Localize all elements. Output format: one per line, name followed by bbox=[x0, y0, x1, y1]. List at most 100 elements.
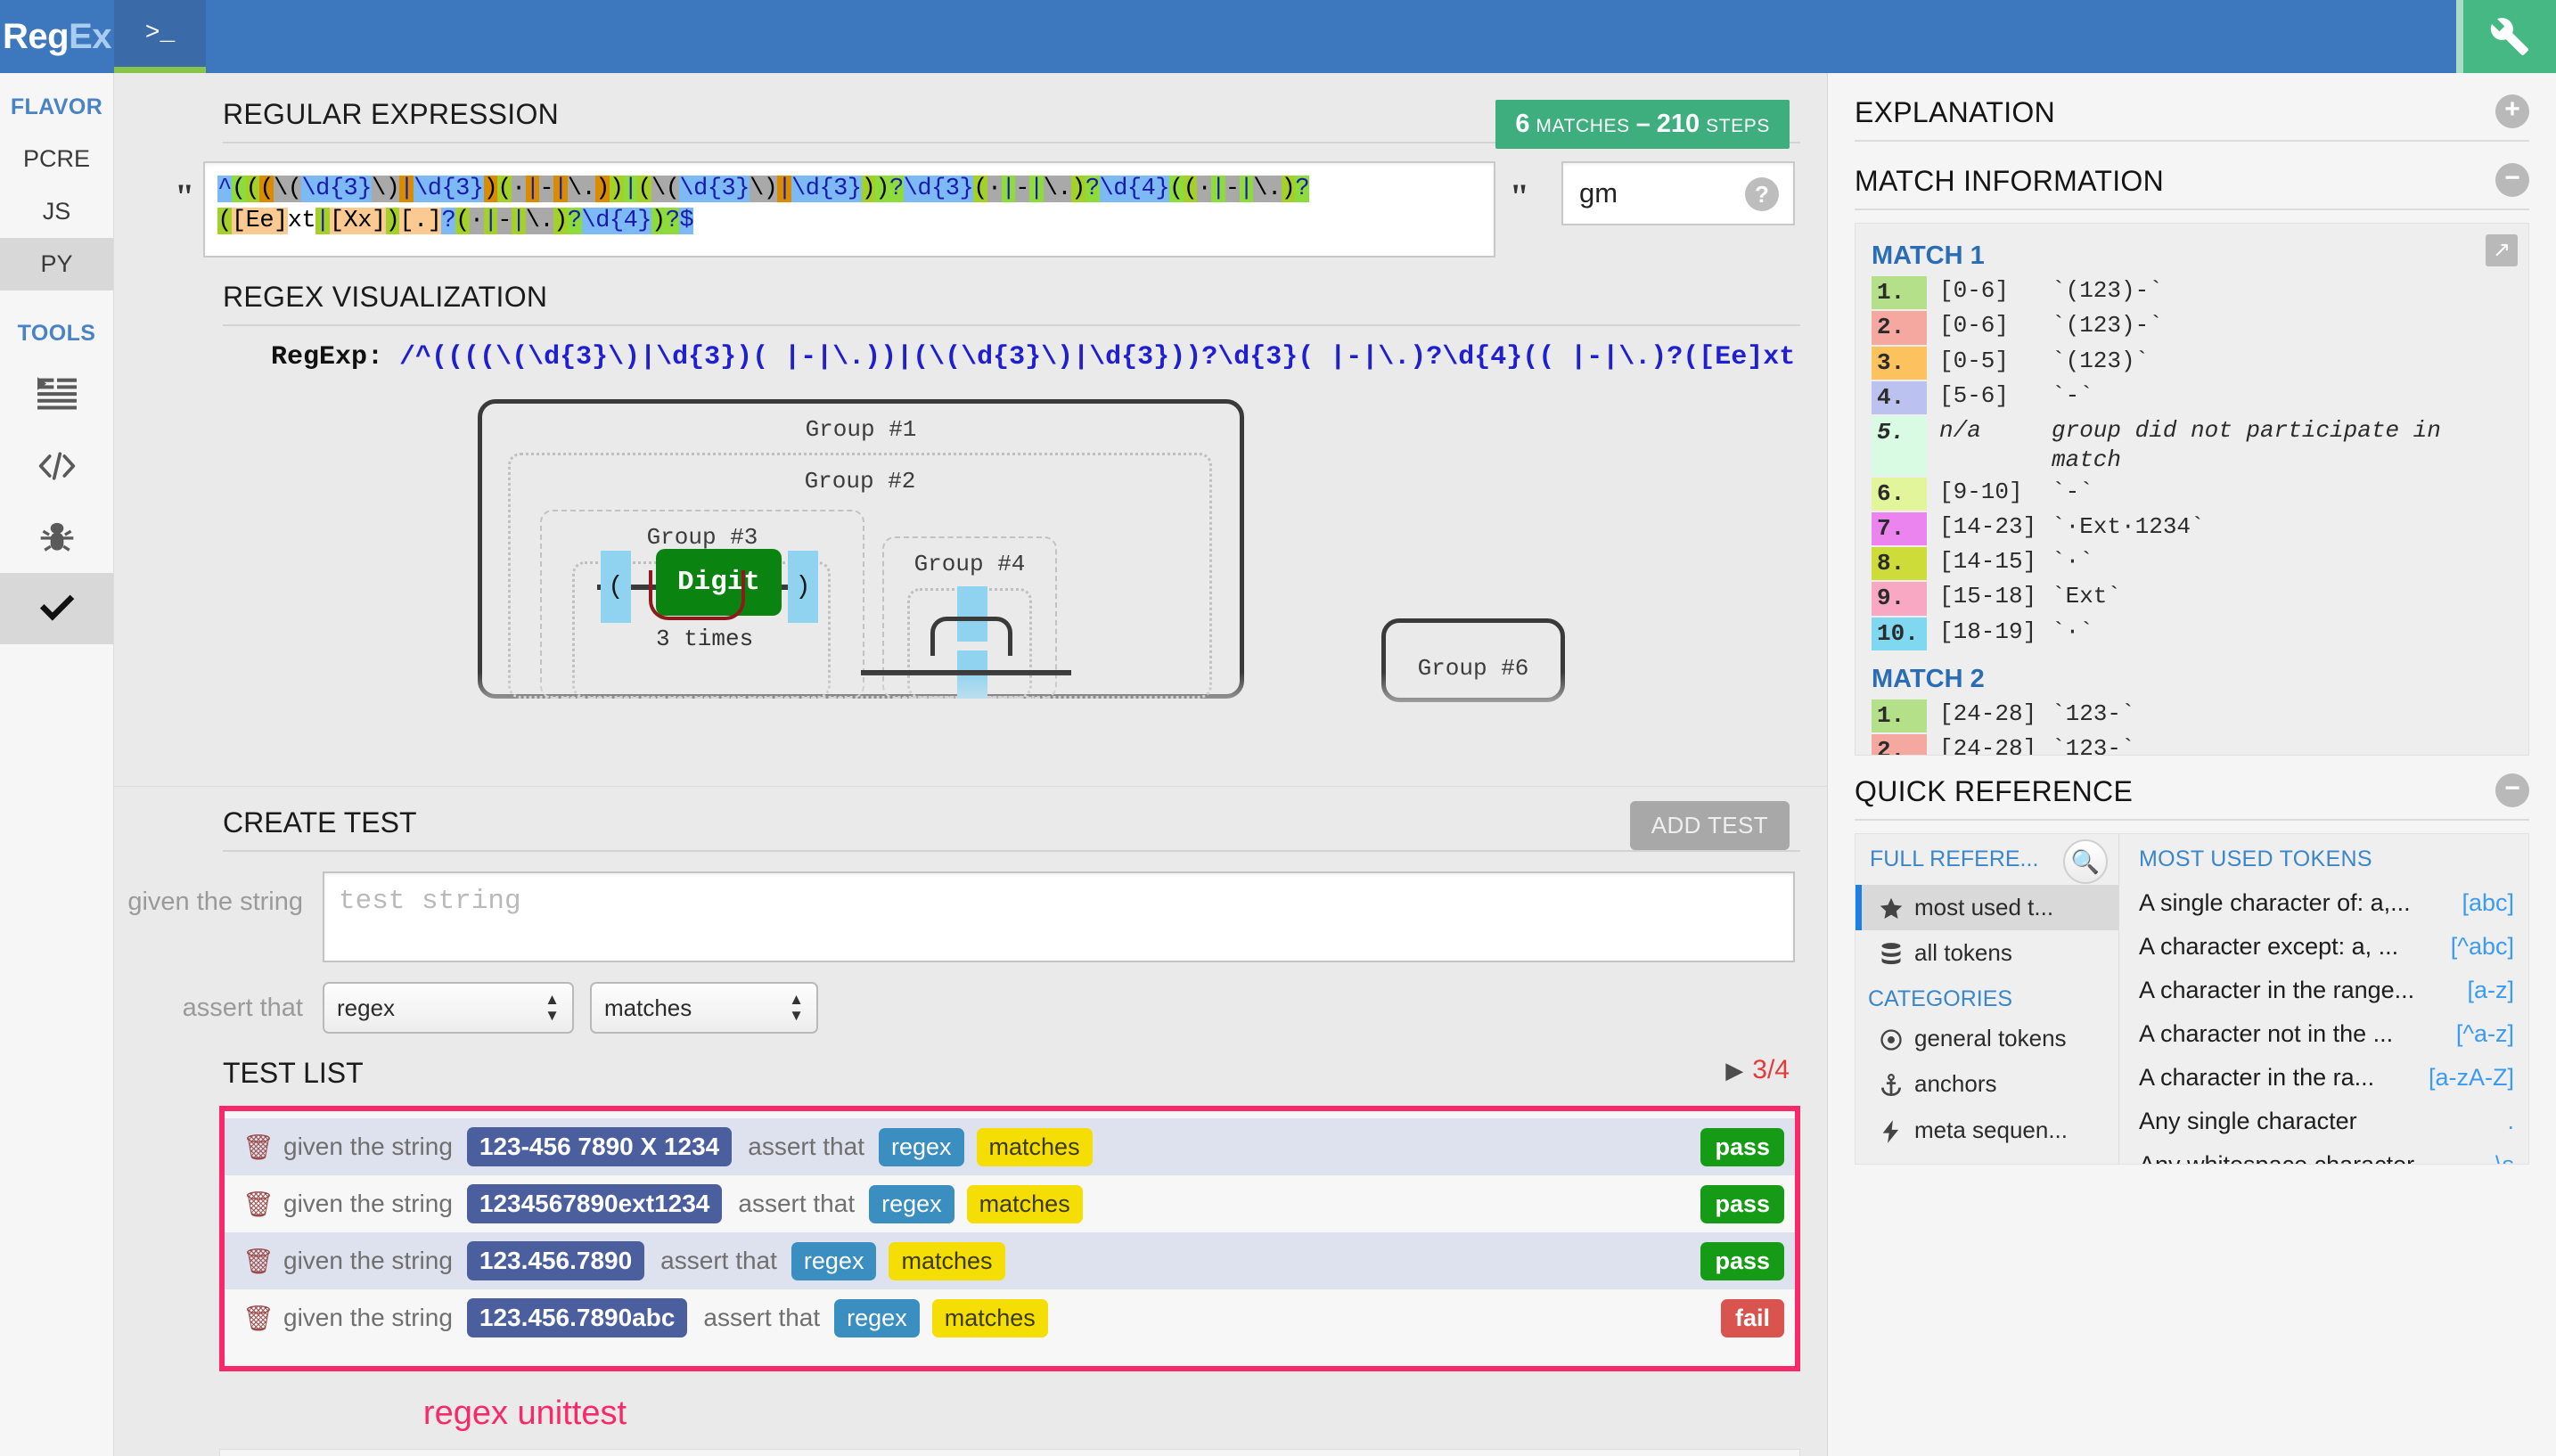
flags-wrapper: gm ? bbox=[1561, 161, 1795, 225]
test-list: 🗑 given the string 123-456 7890 X 1234 a… bbox=[219, 1106, 1800, 1371]
add-test-button[interactable]: ADD TEST bbox=[1630, 801, 1790, 850]
step-count-label: STEPS bbox=[1706, 116, 1770, 136]
repeat-label: 3 times bbox=[656, 626, 753, 652]
regexp-source: /^((((\(\d{3}\)|\d{3})( |-|\.))|(\(\d{3}… bbox=[399, 342, 1800, 372]
table-row[interactable]: 🗑 given the string 123-456 7890 X 1234 a… bbox=[225, 1118, 1795, 1175]
group-value: `·` bbox=[2052, 618, 2512, 650]
group-value: `Ext` bbox=[2052, 582, 2512, 615]
list-item: 10. [18-19] `·` bbox=[1872, 618, 2512, 650]
group-3-label: Group #3 bbox=[647, 524, 758, 551]
trash-icon[interactable]: 🗑 bbox=[242, 1133, 283, 1162]
app-logo[interactable]: RegEx bbox=[0, 0, 114, 73]
test-list-title: TEST LIST bbox=[223, 1057, 364, 1089]
quick-reference-collapse-icon[interactable]: − bbox=[2495, 773, 2529, 807]
viz-alt-wire bbox=[930, 617, 1012, 656]
sidebar-tool-debug[interactable] bbox=[0, 502, 113, 573]
sidebar-tool-indent-list[interactable] bbox=[0, 359, 113, 430]
collapse-minus-icon[interactable]: − bbox=[2495, 163, 2529, 197]
list-item[interactable]: A character in the ra... [a-zA-Z] bbox=[2139, 1056, 2514, 1100]
match-information-title: MATCH INFORMATION bbox=[1855, 165, 2164, 197]
trash-icon[interactable]: 🗑 bbox=[242, 1304, 283, 1333]
group-value: `(123)-` bbox=[2052, 311, 2512, 344]
repeat-loop bbox=[649, 570, 745, 620]
search-icon[interactable]: 🔍 bbox=[2063, 839, 2108, 884]
token-syntax: [a-zA-Z] bbox=[2429, 1064, 2514, 1092]
row-assert-label: assert that bbox=[703, 1304, 820, 1332]
token-description: A character in the ra... bbox=[2139, 1064, 2429, 1092]
row-given-label: given the string bbox=[283, 1304, 453, 1332]
token-description: A character except: a, ... bbox=[2139, 933, 2451, 961]
sidebar-tool-code[interactable] bbox=[0, 430, 113, 502]
chevron-updown-icon: ▲▼ bbox=[528, 992, 560, 1024]
group-index: 5. bbox=[1872, 416, 1927, 476]
group-value: group did not participate in match bbox=[2052, 416, 2512, 476]
quick-ref-category-anchors[interactable]: anchors bbox=[1856, 1061, 2118, 1107]
bug-icon bbox=[37, 518, 77, 557]
assert-label: assert that bbox=[114, 994, 323, 1023]
quick-ref-item-most-used[interactable]: most used t... bbox=[1856, 885, 2118, 930]
list-item[interactable]: Any whitespace character \s bbox=[2139, 1143, 2514, 1164]
status-badge: fail bbox=[1721, 1299, 1784, 1337]
group-index: 9. bbox=[1872, 582, 1927, 615]
regex-visualization: RegExp: /^((((\(\d{3}\)|\d{3})( |-|\.))|… bbox=[223, 342, 1800, 725]
sidebar-flavor-pcre[interactable]: PCRE bbox=[0, 133, 113, 185]
match-1-label: MATCH 1 bbox=[1872, 241, 2512, 271]
list-item[interactable]: A single character of: a,... [abc] bbox=[2139, 881, 2514, 925]
list-item[interactable]: Any single character . bbox=[2139, 1100, 2514, 1143]
match-information-divider bbox=[1855, 209, 2529, 210]
list-item: 7. [14-23] `·Ext·1234` bbox=[1872, 512, 2512, 545]
match-information-list[interactable]: ↗ MATCH 1 1. [0-6] `(123)-` 2. [0-6] `(1… bbox=[1855, 223, 2529, 756]
regexp-source-line: RegExp: /^((((\(\d{3}\)|\d{3})( |-|\.))|… bbox=[223, 342, 1800, 372]
quick-ref-item-all-tokens[interactable]: all tokens bbox=[1856, 930, 2118, 976]
group-2-label: Group #2 bbox=[805, 468, 916, 495]
explanation-header[interactable]: EXPLANATION + bbox=[1828, 73, 2556, 140]
row-assert-label: assert that bbox=[660, 1247, 777, 1275]
row-given-label: given the string bbox=[283, 1247, 453, 1275]
sidebar-flavor-py[interactable]: PY bbox=[0, 238, 113, 290]
tab-terminal-label: >_ bbox=[145, 20, 176, 47]
token-description: A character not in the ... bbox=[2139, 1020, 2456, 1048]
test-list-header: TEST LIST ▶3/4 bbox=[114, 1034, 1827, 1099]
quick-ref-category-meta-sequences[interactable]: meta sequen... bbox=[1856, 1108, 2118, 1153]
assert-predicate-select[interactable]: matches ▲▼ bbox=[590, 982, 818, 1034]
expand-icon[interactable]: ↗ bbox=[2486, 234, 2518, 266]
match-information-header[interactable]: MATCH INFORMATION − bbox=[1828, 142, 2556, 209]
list-item[interactable]: A character except: a, ... [^abc] bbox=[2139, 925, 2514, 969]
list-item: 1. [0-6] `(123)-` bbox=[1872, 276, 2512, 309]
row-given-label: given the string bbox=[283, 1190, 453, 1218]
quick-ref-category-quantifiers[interactable]: quantifiers bbox=[1856, 1153, 2118, 1165]
token-description: Any single character bbox=[2139, 1108, 2507, 1135]
expand-plus-icon[interactable]: + bbox=[2495, 94, 2529, 128]
list-item: 1. [24-28] `123-` bbox=[1872, 699, 2512, 732]
sidebar-tool-unit-tests[interactable] bbox=[0, 573, 113, 644]
settings-button[interactable] bbox=[2456, 0, 2556, 73]
assert-subject-select[interactable]: regex ▲▼ bbox=[323, 982, 574, 1034]
play-icon[interactable]: ▶ bbox=[1725, 1057, 1743, 1084]
row-subject: regex bbox=[834, 1299, 920, 1337]
table-row[interactable]: 🗑 given the string 123.456.7890 assert t… bbox=[225, 1232, 1795, 1289]
quick-ref-item-label: most used t... bbox=[1914, 894, 2053, 921]
list-item: 3. [0-5] `(123)` bbox=[1872, 347, 2512, 380]
status-badge: pass bbox=[1700, 1185, 1784, 1223]
token-syntax: [^abc] bbox=[2451, 933, 2514, 961]
quick-reference-nav: FULL REFERE... 🔍 most used t... all t bbox=[1856, 834, 2119, 1164]
viz-fade bbox=[223, 672, 1800, 725]
table-row[interactable]: 🗑 given the string 123.456.7890abc asser… bbox=[225, 1289, 1795, 1346]
group-4-label: Group #4 bbox=[914, 551, 1026, 577]
regex-input[interactable]: ^(((\(\d{3}\)|\d{3})(·|-|\.))|(\(\d{3}\)… bbox=[203, 161, 1495, 258]
logo-prefix: Reg bbox=[3, 17, 69, 57]
test-string-input[interactable]: test string bbox=[323, 871, 1795, 962]
table-row[interactable]: 🗑 given the string 1234567890ext1234 ass… bbox=[225, 1175, 1795, 1232]
sidebar-flavor-js[interactable]: JS bbox=[0, 185, 113, 238]
help-icon[interactable]: ? bbox=[1745, 177, 1779, 211]
quick-reference-header[interactable]: QUICK REFERENCE − bbox=[1828, 756, 2556, 819]
row-given-label: given the string bbox=[283, 1133, 453, 1161]
trash-icon[interactable]: 🗑 bbox=[242, 1190, 283, 1219]
quick-ref-category-general-tokens[interactable]: general tokens bbox=[1856, 1016, 2118, 1061]
tab-terminal[interactable]: >_ bbox=[114, 0, 206, 73]
group-range: [5-6] bbox=[1927, 381, 2052, 414]
list-item[interactable]: A character not in the ... [^a-z] bbox=[2139, 1012, 2514, 1056]
trash-icon[interactable]: 🗑 bbox=[242, 1247, 283, 1276]
database-icon bbox=[1868, 939, 1914, 967]
list-item[interactable]: A character in the range... [a-z] bbox=[2139, 969, 2514, 1012]
